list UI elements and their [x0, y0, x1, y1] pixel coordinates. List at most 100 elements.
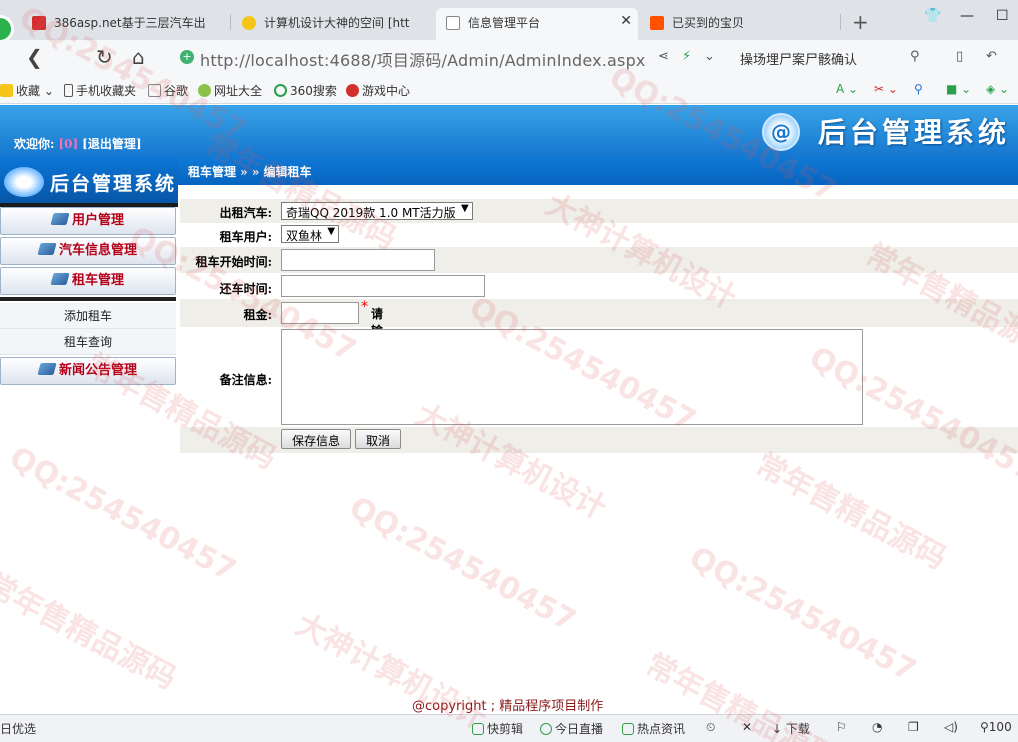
scissors-icon[interactable]: ✂ ⌄ [874, 82, 898, 96]
volume-icon[interactable]: ◁) [944, 720, 958, 734]
sidebar-logo-icon [4, 167, 44, 197]
submenu-add-rental[interactable]: 添加租车 [0, 303, 176, 329]
skin-shirt-icon[interactable]: 👕 [924, 8, 941, 24]
tab-divider [230, 14, 231, 30]
speed-icon[interactable]: ⏲ [706, 720, 715, 735]
row-start-time: 租车开始时间: [180, 247, 1018, 273]
row-actions: 保存信息 取消 [180, 427, 1018, 453]
search-icon[interactable]: ⚲ [910, 49, 920, 64]
url-field[interactable]: + http://localhost:4688/项目源码/Admin/Admin… [176, 46, 646, 70]
gamepad-icon[interactable]: ■ ⌄ [946, 82, 971, 96]
bookmarks-bar: 收藏 ⌄ 手机收藏夹 谷歌 网址大全 360搜索 游戏中心 A ⌄ ✂ ⌄ ⚲ … [0, 76, 1018, 104]
menu-icon [37, 363, 57, 375]
status-clip[interactable]: 快剪辑 [472, 720, 523, 737]
row-user: 租车用户: 双鱼林 ▼ [180, 223, 1018, 247]
menu-icon [50, 213, 70, 225]
search-input[interactable]: 操场埋尸案尸骸确认 [740, 47, 930, 69]
status-youxuan[interactable]: 日优选 [0, 720, 36, 737]
car-select[interactable]: 奇瑞QQ 2019款 1.0 MT活力版 ▼ [281, 202, 473, 220]
page-icon [446, 16, 460, 30]
row-remark: 备注信息: [180, 327, 1018, 427]
magnifier-icon[interactable]: ⚲ [914, 82, 923, 96]
flag-icon[interactable]: ⚐ [836, 720, 847, 734]
back-icon[interactable]: ❮ [26, 45, 43, 69]
submenu-query-rental[interactable]: 租车查询 [0, 329, 176, 355]
mobile-icon[interactable]: ▯ [956, 49, 963, 64]
speed-dial-icon[interactable]: ◔ [872, 720, 882, 734]
admin-header: 欢迎你: [0] [退出管理] @ 后台管理系统 [0, 105, 1018, 157]
browser-tab-bar: 386asp.net基于三层汽车出 计算机设计大神的空间 [htt 信息管理平台… [0, 0, 1018, 43]
bookmark-360[interactable]: 360搜索 [274, 82, 337, 99]
admin-page: 欢迎你: [0] [退出管理] @ 后台管理系统 后台管理系统 用户管理 汽车信息管… [0, 105, 1018, 714]
sidebar-item-rentals[interactable]: 租车管理 [0, 267, 176, 295]
search360-icon [274, 84, 287, 97]
start-time-input[interactable] [281, 249, 435, 271]
tab-taobao[interactable]: 已买到的宝贝 [640, 8, 840, 40]
game-icon [346, 84, 359, 97]
bookmark-favorites[interactable]: 收藏 ⌄ [0, 82, 54, 99]
user-select[interactable]: 双鱼林 ▼ [281, 225, 340, 243]
brand-logo-icon: @ [762, 113, 800, 151]
status-live[interactable]: 今日直播 [540, 720, 603, 737]
undo-icon[interactable]: ↶ [986, 49, 997, 64]
close-tab-icon[interactable]: ✕ [620, 13, 632, 29]
remark-label: 备注信息: [219, 373, 272, 387]
minimize-button[interactable]: — [960, 8, 974, 24]
wrench-icon[interactable]: ✕ [742, 720, 752, 734]
bookmark-google[interactable]: 谷歌 [148, 82, 188, 99]
sidebar-item-users[interactable]: 用户管理 [0, 207, 176, 235]
dropdown-arrow-icon: ▼ [460, 203, 469, 214]
shield-icon[interactable]: ◈ ⌄ [986, 82, 1009, 96]
menu-icon [37, 243, 57, 255]
row-rent: 租金: * 请输入租金! [180, 299, 1018, 389]
save-button[interactable]: 保存信息 [281, 429, 352, 449]
taobao-icon [650, 16, 664, 30]
scissor-clip-icon [472, 723, 484, 735]
user-label: 租车用户: [219, 230, 272, 244]
page-icon [148, 84, 161, 97]
sidebar-item-news[interactable]: 新闻公告管理 [0, 357, 176, 385]
url-text: http://localhost:4688/项目源码/Admin/AdminIn… [200, 51, 646, 70]
status-news[interactable]: 热点资讯 [622, 720, 685, 737]
share-icon[interactable]: ⋖ [658, 49, 669, 64]
remark-textarea[interactable] [281, 329, 863, 425]
status-download[interactable]: ↓ 下载 [772, 720, 810, 737]
tab-info-platform[interactable]: 信息管理平台 ✕ [436, 8, 638, 40]
bookmark-hao[interactable]: 网址大全 [198, 82, 262, 99]
maximize-button[interactable]: ☐ [996, 8, 1009, 24]
lightning-icon[interactable]: ⚡ [682, 49, 691, 64]
tab-386asp[interactable]: 386asp.net基于三层汽车出 [22, 8, 230, 40]
rent-input[interactable] [281, 302, 359, 324]
start-time-label: 租车开始时间: [195, 255, 272, 269]
home-icon[interactable]: ⌂ [132, 45, 145, 69]
sidebar-header: 后台管理系统 [0, 157, 178, 207]
tab-divider [840, 14, 841, 30]
sidebar-title: 后台管理系统 [50, 173, 177, 195]
bookmark-games[interactable]: 游戏中心 [346, 82, 410, 99]
menu-icon [50, 273, 70, 285]
new-tab-button[interactable]: + [852, 10, 869, 34]
chevron-down-icon[interactable]: ⌄ [704, 49, 715, 64]
sidebar: 用户管理 汽车信息管理 租车管理 添加租车 租车查询 新闻公告管理 [0, 207, 176, 387]
dropdown-arrow-icon: ▼ [327, 226, 336, 237]
play-icon [540, 723, 552, 735]
tab-qzone[interactable]: 计算机设计大神的空间 [htt [232, 8, 436, 40]
window-icon[interactable]: ❐ [908, 720, 919, 734]
logout-link[interactable]: [退出管理] [82, 137, 141, 151]
refresh-icon[interactable]: ↻ [96, 45, 113, 69]
zoom-level[interactable]: ⚲100 [980, 720, 1012, 734]
bookmark-mobile[interactable]: 手机收藏夹 [64, 82, 136, 99]
required-mark: * [361, 299, 368, 315]
welcome-bar: 欢迎你: [0] [退出管理] [14, 135, 142, 152]
menu-divider [0, 297, 176, 301]
return-time-input[interactable] [281, 275, 485, 297]
browser-logo-icon [0, 15, 14, 43]
tab-title: 信息管理平台 [468, 16, 541, 30]
welcome-label: 欢迎你: [14, 137, 55, 151]
translate-icon[interactable]: A ⌄ [836, 82, 858, 96]
cancel-button[interactable]: 取消 [355, 429, 402, 449]
sidebar-item-cars[interactable]: 汽车信息管理 [0, 237, 176, 265]
news-icon [622, 723, 634, 735]
username: [0] [58, 137, 79, 151]
row-return-time: 还车时间: [180, 273, 1018, 299]
